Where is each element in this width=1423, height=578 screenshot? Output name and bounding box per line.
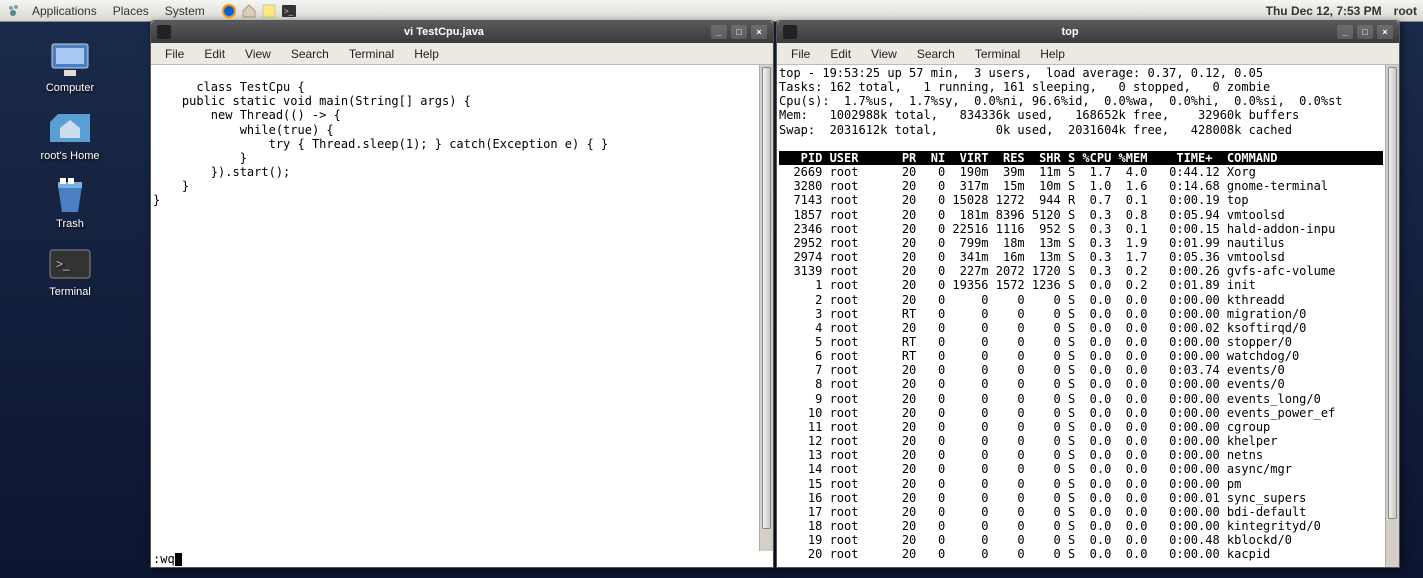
top-process-row: 17 root 20 0 0 0 0 S 0.0 0.0 0:00.00 bdi… bbox=[779, 505, 1383, 519]
terminal-app-icon bbox=[783, 25, 797, 39]
menu-search[interactable]: Search bbox=[907, 45, 965, 63]
top-process-row: 19 root 20 0 0 0 0 S 0.0 0.0 0:00.48 kbl… bbox=[779, 533, 1383, 547]
close-button[interactable]: × bbox=[751, 25, 767, 39]
gnome-footprint-icon bbox=[6, 3, 22, 19]
menu-places[interactable]: Places bbox=[107, 2, 155, 20]
menu-help[interactable]: Help bbox=[1030, 45, 1075, 63]
menubar: File Edit View Search Terminal Help bbox=[777, 43, 1399, 65]
terminal-body[interactable]: class TestCpu { public static void main(… bbox=[151, 65, 773, 551]
terminal-window-vi: vi TestCpu.java _ □ × File Edit View Sea… bbox=[150, 20, 774, 568]
top-process-row: 2 root 20 0 0 0 0 S 0.0 0.0 0:00.00 kthr… bbox=[779, 293, 1383, 307]
desktop-icon-trash[interactable]: Trash bbox=[20, 176, 120, 230]
terminal-app-icon bbox=[157, 25, 171, 39]
menubar: File Edit View Search Terminal Help bbox=[151, 43, 773, 65]
menu-search[interactable]: Search bbox=[281, 45, 339, 63]
scrollbar-thumb[interactable] bbox=[1388, 67, 1397, 519]
home-icon[interactable] bbox=[241, 3, 257, 19]
top-process-row: 8 root 20 0 0 0 0 S 0.0 0.0 0:00.00 even… bbox=[779, 377, 1383, 391]
menu-view[interactable]: View bbox=[861, 45, 907, 63]
minimize-button[interactable]: _ bbox=[711, 25, 727, 39]
desktop-icon-terminal[interactable]: >_ Terminal bbox=[20, 244, 120, 298]
maximize-button[interactable]: □ bbox=[731, 25, 747, 39]
top-summary-line: Mem: 1002988k total, 834336k used, 16865… bbox=[779, 108, 1383, 122]
top-process-row: 5 root RT 0 0 0 0 S 0.0 0.0 0:00.00 stop… bbox=[779, 335, 1383, 349]
window-title: top bbox=[803, 26, 1337, 38]
top-process-row: 3 root RT 0 0 0 0 S 0.0 0.0 0:00.00 migr… bbox=[779, 307, 1383, 321]
top-process-row: 15 root 20 0 0 0 0 S 0.0 0.0 0:00.00 pm bbox=[779, 477, 1383, 491]
top-process-row: 4 root 20 0 0 0 0 S 0.0 0.0 0:00.02 ksof… bbox=[779, 321, 1383, 335]
close-button[interactable]: × bbox=[1377, 25, 1393, 39]
scrollbar[interactable] bbox=[1385, 65, 1399, 567]
top-process-row: 2952 root 20 0 799m 18m 13m S 0.3 1.9 0:… bbox=[779, 236, 1383, 250]
top-process-row: 2669 root 20 0 190m 39m 11m S 1.7 4.0 0:… bbox=[779, 165, 1383, 179]
minimize-button[interactable]: _ bbox=[1337, 25, 1353, 39]
desktop-icon-computer[interactable]: Computer bbox=[20, 40, 120, 94]
vi-command: :wq bbox=[153, 552, 175, 566]
top-header-row: PID USER PR NI VIRT RES SHR S %CPU %MEM … bbox=[779, 151, 1383, 165]
top-process-row: 14 root 20 0 0 0 0 S 0.0 0.0 0:00.00 asy… bbox=[779, 462, 1383, 476]
svg-text:>_: >_ bbox=[284, 7, 294, 16]
top-process-row: 12 root 20 0 0 0 0 S 0.0 0.0 0:00.00 khe… bbox=[779, 434, 1383, 448]
menu-view[interactable]: View bbox=[235, 45, 281, 63]
menu-edit[interactable]: Edit bbox=[820, 45, 861, 63]
desktop-icon-label: root's Home bbox=[41, 150, 100, 162]
vi-code: class TestCpu { public static void main(… bbox=[153, 80, 608, 207]
terminal-body[interactable]: top - 19:53:25 up 57 min, 3 users, load … bbox=[777, 65, 1399, 567]
top-summary-line: Cpu(s): 1.7%us, 1.7%sy, 0.0%ni, 96.6%id,… bbox=[779, 94, 1383, 108]
desktop-icon-label: Computer bbox=[46, 82, 94, 94]
top-process-row: 18 root 20 0 0 0 0 S 0.0 0.0 0:00.00 kin… bbox=[779, 519, 1383, 533]
terminal-window-top: top _ □ × File Edit View Search Terminal… bbox=[776, 20, 1400, 568]
menu-terminal[interactable]: Terminal bbox=[965, 45, 1030, 63]
desktop-icon-label: Terminal bbox=[49, 286, 91, 298]
terminal-icon: >_ bbox=[46, 244, 94, 284]
terminal-panel-icon[interactable]: >_ bbox=[281, 3, 297, 19]
top-process-row: 11 root 20 0 0 0 0 S 0.0 0.0 0:00.00 cgr… bbox=[779, 420, 1383, 434]
trash-icon bbox=[46, 176, 94, 216]
menu-applications[interactable]: Applications bbox=[26, 2, 103, 20]
scrollbar-thumb[interactable] bbox=[762, 67, 771, 529]
top-process-row: 13 root 20 0 0 0 0 S 0.0 0.0 0:00.00 net… bbox=[779, 448, 1383, 462]
top-process-row: 10 root 20 0 0 0 0 S 0.0 0.0 0:00.00 eve… bbox=[779, 406, 1383, 420]
desktop-icon-label: Trash bbox=[56, 218, 84, 230]
menu-terminal[interactable]: Terminal bbox=[339, 45, 404, 63]
menu-file[interactable]: File bbox=[155, 45, 194, 63]
top-process-row: 1 root 20 0 19356 1572 1236 S 0.0 0.2 0:… bbox=[779, 278, 1383, 292]
desktop-icons: Computer root's Home Trash >_ Terminal bbox=[20, 40, 120, 298]
top-summary-line: top - 19:53:25 up 57 min, 3 users, load … bbox=[779, 66, 1383, 80]
scrollbar[interactable] bbox=[759, 65, 773, 551]
vi-status-line: :wq bbox=[151, 551, 773, 567]
top-process-row: 6 root RT 0 0 0 0 S 0.0 0.0 0:00.00 watc… bbox=[779, 349, 1383, 363]
top-process-row: 2974 root 20 0 341m 16m 13m S 0.3 1.7 0:… bbox=[779, 250, 1383, 264]
titlebar[interactable]: vi TestCpu.java _ □ × bbox=[151, 21, 773, 43]
top-process-row: 16 root 20 0 0 0 0 S 0.0 0.0 0:00.01 syn… bbox=[779, 491, 1383, 505]
clock[interactable]: Thu Dec 12, 7:53 PM bbox=[1266, 4, 1382, 18]
gnome-top-panel: Applications Places System >_ Thu Dec 12… bbox=[0, 0, 1423, 22]
top-summary-line: Tasks: 162 total, 1 running, 161 sleepin… bbox=[779, 80, 1383, 94]
menu-edit[interactable]: Edit bbox=[194, 45, 235, 63]
titlebar[interactable]: top _ □ × bbox=[777, 21, 1399, 43]
folder-home-icon bbox=[46, 108, 94, 148]
cursor bbox=[175, 553, 182, 566]
menu-system[interactable]: System bbox=[159, 2, 211, 20]
top-process-row: 9 root 20 0 0 0 0 S 0.0 0.0 0:00.00 even… bbox=[779, 392, 1383, 406]
blank-line bbox=[779, 137, 1383, 151]
note-icon[interactable] bbox=[261, 3, 277, 19]
top-process-row: 7 root 20 0 0 0 0 S 0.0 0.0 0:03.74 even… bbox=[779, 363, 1383, 377]
window-title: vi TestCpu.java bbox=[177, 26, 711, 38]
user-label[interactable]: root bbox=[1394, 4, 1417, 18]
top-process-row: 2346 root 20 0 22516 1116 952 S 0.3 0.1 … bbox=[779, 222, 1383, 236]
monitor-icon bbox=[46, 40, 94, 80]
top-process-row: 7143 root 20 0 15028 1272 944 R 0.7 0.1 … bbox=[779, 193, 1383, 207]
svg-text:>_: >_ bbox=[56, 257, 70, 271]
top-process-row: 1857 root 20 0 181m 8396 5120 S 0.3 0.8 … bbox=[779, 208, 1383, 222]
top-summary-line: Swap: 2031612k total, 0k used, 2031604k … bbox=[779, 123, 1383, 137]
maximize-button[interactable]: □ bbox=[1357, 25, 1373, 39]
menu-help[interactable]: Help bbox=[404, 45, 449, 63]
top-process-row: 3280 root 20 0 317m 15m 10m S 1.0 1.6 0:… bbox=[779, 179, 1383, 193]
top-process-row: 20 root 20 0 0 0 0 S 0.0 0.0 0:00.00 kac… bbox=[779, 547, 1383, 561]
top-process-row: 3139 root 20 0 227m 2072 1720 S 0.3 0.2 … bbox=[779, 264, 1383, 278]
desktop-icon-home[interactable]: root's Home bbox=[20, 108, 120, 162]
firefox-icon[interactable] bbox=[221, 3, 237, 19]
menu-file[interactable]: File bbox=[781, 45, 820, 63]
